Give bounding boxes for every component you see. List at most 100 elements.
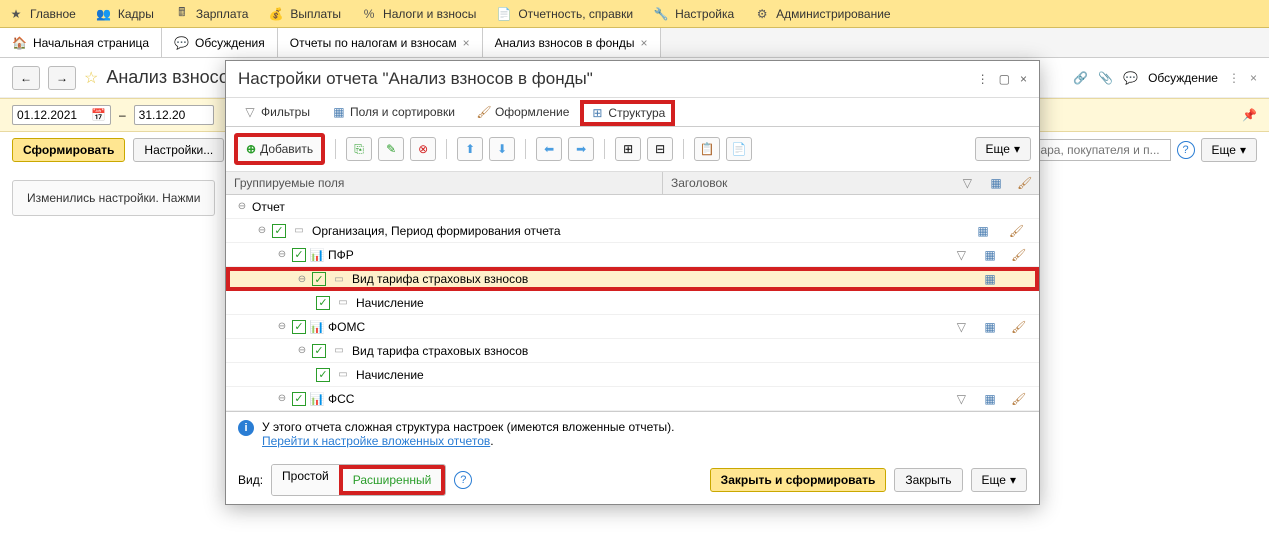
form-button[interactable]: Сформировать — [12, 138, 125, 162]
nav-back-button[interactable]: ← — [12, 66, 40, 90]
tab-home[interactable]: 🏠 Начальная страница — [0, 28, 162, 57]
tab-structure[interactable]: ⊞ Структура — [580, 100, 675, 126]
move-left-button[interactable]: ⬅ — [536, 137, 562, 161]
checkbox[interactable]: ✓ — [292, 392, 306, 406]
menu-taxes[interactable]: % Налоги и взносы — [361, 6, 476, 22]
tree-row-org[interactable]: ⊖ ✓ ▭ Организация, Период формирования о… — [226, 219, 1039, 243]
close-icon[interactable]: × — [1020, 72, 1027, 86]
copy-button[interactable]: 📋 — [694, 137, 720, 161]
date-from-input[interactable]: 📅 — [12, 105, 111, 125]
tree-row-accrual-foms[interactable]: ✓ ▭ Начисление — [226, 363, 1039, 387]
expander-icon[interactable]: ⊖ — [276, 393, 288, 405]
close-icon[interactable]: × — [641, 36, 648, 50]
expander-icon[interactable]: ⊖ — [276, 249, 288, 261]
menu-reports[interactable]: 📄 Отчетность, справки — [496, 6, 633, 22]
expander-icon[interactable]: ⊖ — [256, 225, 268, 237]
funnel-icon[interactable]: ▽ — [954, 392, 968, 406]
checkbox[interactable]: ✓ — [292, 320, 306, 334]
columns-icon[interactable]: ▦ — [983, 392, 997, 406]
tab-appearance[interactable]: 🖌 Оформление — [466, 98, 580, 126]
columns-icon[interactable]: ▦ — [983, 248, 997, 262]
move-right-button[interactable]: ➡ — [568, 137, 594, 161]
link-icon[interactable]: 🔗 — [1073, 71, 1088, 85]
date-from-field[interactable] — [17, 108, 87, 122]
columns-icon[interactable]: ▦ — [989, 176, 1003, 190]
close-and-form-button[interactable]: Закрыть и сформировать — [710, 468, 887, 492]
attach-icon[interactable]: 📎 — [1098, 71, 1113, 85]
tree-row-fss[interactable]: ⊖ ✓ 📊 ФСС ▽ ▦ 🖌 — [226, 387, 1039, 411]
close-icon[interactable]: × — [1250, 71, 1257, 85]
nested-settings-link[interactable]: Перейти к настройке вложенных отчетов — [262, 434, 490, 448]
funnel-icon[interactable]: ▽ — [954, 248, 968, 262]
tree-row-pfr[interactable]: ⊖ ✓ 📊 ПФР ▽ ▦ 🖌 — [226, 243, 1039, 267]
checkbox[interactable]: ✓ — [292, 248, 306, 262]
tree-row-report[interactable]: ⊖ Отчет — [226, 195, 1039, 219]
add-button[interactable]: ⊕ Добавить — [234, 133, 325, 165]
tab-discussions[interactable]: 💬 Обсуждения — [162, 28, 278, 57]
tab-filters[interactable]: ▽ Фильтры — [232, 98, 321, 126]
brush-icon[interactable]: 🖌 — [1012, 320, 1026, 334]
columns-icon[interactable]: ▦ — [983, 320, 997, 334]
favorite-icon[interactable]: ☆ — [84, 68, 98, 88]
tab-label: Фильтры — [261, 105, 310, 119]
menu-personnel[interactable]: 👥 Кадры — [96, 6, 154, 22]
menu-main[interactable]: ★ Главное — [8, 6, 76, 22]
columns-icon[interactable]: ▦ — [983, 272, 997, 286]
expander-icon[interactable]: ⊖ — [296, 345, 308, 357]
checkbox[interactable]: ✓ — [316, 296, 330, 310]
menu-payments[interactable]: 💰 Выплаты — [268, 6, 341, 22]
delete-button[interactable]: ⊗ — [410, 137, 436, 161]
expand-button[interactable]: ⊞ — [615, 137, 641, 161]
columns-icon[interactable]: ▦ — [976, 224, 990, 238]
checkbox[interactable]: ✓ — [272, 224, 286, 238]
collapse-button[interactable]: ⊟ — [647, 137, 673, 161]
checkbox[interactable]: ✓ — [312, 272, 326, 286]
funnel-icon[interactable]: ▽ — [960, 176, 974, 190]
edit-button[interactable]: ✎ — [378, 137, 404, 161]
date-to-input[interactable] — [134, 105, 214, 125]
more-button[interactable]: Еще ▾ — [975, 137, 1031, 161]
brush-icon[interactable]: 🖌 — [1018, 176, 1032, 190]
group-button[interactable]: ⎘ — [346, 137, 372, 161]
expander-icon[interactable]: ⊖ — [296, 273, 308, 285]
view-advanced-button[interactable]: Расширенный — [339, 465, 446, 495]
more-icon[interactable]: ⋮ — [1228, 71, 1240, 85]
settings-button[interactable]: Настройки... — [133, 138, 224, 162]
more-icon[interactable]: ⋮ — [977, 72, 989, 86]
tab-fields[interactable]: ▦ Поля и сортировки — [321, 98, 466, 126]
checkbox[interactable]: ✓ — [316, 368, 330, 382]
tab-tax-reports[interactable]: Отчеты по налогам и взносам × — [278, 28, 483, 57]
nav-forward-button[interactable]: → — [48, 66, 76, 90]
move-down-button[interactable]: ⬇ — [489, 137, 515, 161]
brush-icon[interactable]: 🖌 — [1009, 224, 1023, 238]
calendar-icon[interactable]: 📅 — [91, 108, 106, 122]
expander-icon[interactable]: ⊖ — [236, 201, 248, 213]
tab-analysis[interactable]: Анализ взносов в фонды × — [483, 28, 661, 57]
move-up-button[interactable]: ⬆ — [457, 137, 483, 161]
expander-icon[interactable]: ⊖ — [276, 321, 288, 333]
discuss-label[interactable]: Обсуждение — [1148, 71, 1218, 85]
checkbox[interactable]: ✓ — [312, 344, 326, 358]
help-icon[interactable]: ? — [1177, 141, 1195, 159]
brush-icon[interactable]: 🖌 — [1012, 248, 1026, 262]
funnel-icon[interactable]: ▽ — [954, 320, 968, 334]
more-button[interactable]: Еще ▾ — [971, 468, 1027, 492]
paste-button[interactable]: 📄 — [726, 137, 752, 161]
tree-row-accrual-pfr[interactable]: ✓ ▭ Начисление — [226, 291, 1039, 315]
tree-row-tariff-pfr[interactable]: ⊖ ✓ ▭ Вид тарифа страховых взносов ▦ — [226, 267, 1039, 291]
menu-settings[interactable]: 🔧 Настройка — [653, 6, 734, 22]
menu-admin[interactable]: ⚙ Администрирование — [754, 6, 890, 22]
close-button[interactable]: Закрыть — [894, 468, 962, 492]
tree-row-tariff-foms[interactable]: ⊖ ✓ ▭ Вид тарифа страховых взносов — [226, 339, 1039, 363]
pin-icon[interactable]: 📌 — [1242, 108, 1257, 122]
more-button[interactable]: Еще ▾ — [1201, 138, 1257, 162]
tree-row-foms[interactable]: ⊖ ✓ 📊 ФОМС ▽ ▦ 🖌 — [226, 315, 1039, 339]
menu-salary[interactable]: 🖩 Зарплата — [174, 6, 249, 22]
view-simple-button[interactable]: Простой — [272, 465, 339, 495]
help-icon[interactable]: ? — [454, 471, 472, 489]
date-to-field[interactable] — [139, 108, 209, 122]
brush-icon[interactable]: 🖌 — [1012, 392, 1026, 406]
close-icon[interactable]: × — [463, 36, 470, 50]
search-input[interactable] — [1021, 139, 1171, 161]
maximize-icon[interactable]: ▢ — [999, 72, 1010, 86]
